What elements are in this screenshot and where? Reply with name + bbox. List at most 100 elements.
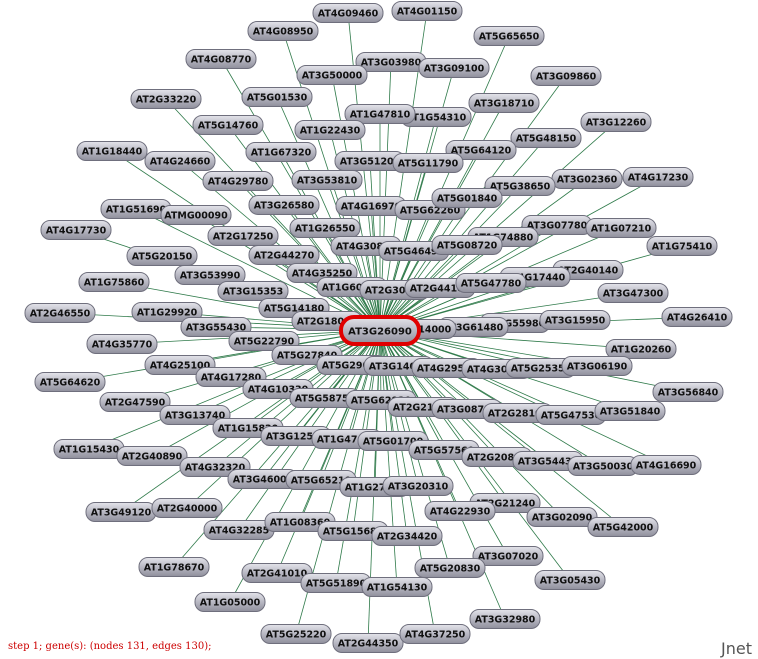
gene-node[interactable]: AT4G37250 xyxy=(399,624,471,644)
gene-node[interactable]: AT2G33220 xyxy=(130,89,202,109)
gene-node-label: AT5G01530 xyxy=(247,93,308,104)
gene-node[interactable]: AT3G09100 xyxy=(418,58,490,78)
gene-node-label: AT1G07210 xyxy=(591,224,652,235)
gene-node-label: AT1G22430 xyxy=(300,126,361,137)
hub-node[interactable]: AT3G26090 xyxy=(339,315,421,346)
status-line: step 1; gene(s): (nodes 131, edges 130); xyxy=(8,641,212,652)
gene-node[interactable]: AT4G01150 xyxy=(391,1,463,21)
gene-node-label: AT2G46550 xyxy=(30,309,91,320)
gene-node[interactable]: AT4G09460 xyxy=(312,3,384,23)
gene-node[interactable]: AT5G51890 xyxy=(300,573,372,593)
gene-node[interactable]: AT3G50000 xyxy=(296,65,368,85)
gene-node[interactable]: AT1G22430 xyxy=(294,120,366,140)
gene-node[interactable]: AT3G15353 xyxy=(217,281,289,301)
gene-node[interactable]: AT3G49120 xyxy=(85,502,157,522)
gene-node[interactable]: AT2G44350 xyxy=(332,633,404,653)
gene-node-label: AT5G14760 xyxy=(198,121,259,132)
gene-node[interactable]: AT4G08950 xyxy=(247,21,319,41)
gene-node[interactable]: AT5G64620 xyxy=(34,372,106,392)
gene-node-label: AT2G41010 xyxy=(247,569,308,580)
gene-node-label: AT5G64620 xyxy=(40,378,101,389)
gene-node[interactable]: AT5G08720 xyxy=(431,235,503,255)
gene-node-label: AT3G06190 xyxy=(567,362,628,373)
gene-node[interactable]: AT1G18440 xyxy=(76,141,148,161)
gene-node-label: AT5G48150 xyxy=(516,134,577,145)
gene-node-label: AT1G78670 xyxy=(144,563,205,574)
gene-node[interactable]: AT5G25220 xyxy=(260,624,332,644)
gene-node[interactable]: AT3G03980 xyxy=(355,52,427,72)
gene-node[interactable]: AT5G01530 xyxy=(241,87,313,107)
gene-node[interactable]: AT3G12260 xyxy=(580,112,652,132)
gene-node-label: AT4G01150 xyxy=(397,7,458,18)
gene-node[interactable]: AT1G78670 xyxy=(138,557,210,577)
gene-node[interactable]: AT4G32285 xyxy=(203,520,275,540)
gene-node[interactable]: AT4G35770 xyxy=(86,334,158,354)
gene-node[interactable]: AT3G20310 xyxy=(382,476,454,496)
gene-node[interactable]: AT5G11790 xyxy=(392,153,464,173)
gene-node[interactable]: AT3G15950 xyxy=(539,310,611,330)
gene-node-label: AT4G24660 xyxy=(150,157,211,168)
gene-node[interactable]: AT2G40890 xyxy=(116,446,188,466)
gene-node[interactable]: AT2G44270 xyxy=(248,245,320,265)
gene-node[interactable]: AT5G01840 xyxy=(431,188,503,208)
gene-node-label: ATMG00090 xyxy=(164,211,228,222)
gene-node-label: AT4G22930 xyxy=(430,507,491,518)
gene-node[interactable]: AT1G05000 xyxy=(194,592,266,612)
gene-node[interactable]: AT1G26550 xyxy=(289,218,361,238)
gene-node[interactable]: AT4G24660 xyxy=(144,151,216,171)
gene-node[interactable]: AT1G15430 xyxy=(53,439,125,459)
gene-node[interactable]: AT4G16690 xyxy=(630,455,702,475)
gene-node[interactable]: AT3G51840 xyxy=(594,401,666,421)
gene-node-label: AT2G34420 xyxy=(377,532,438,543)
gene-node[interactable]: AT1G51690 xyxy=(100,199,172,219)
gene-node[interactable]: AT2G46550 xyxy=(24,303,96,323)
gene-node[interactable]: AT1G67320 xyxy=(245,142,317,162)
gene-node[interactable]: AT3G26580 xyxy=(248,195,320,215)
gene-node-label: AT5G42000 xyxy=(593,523,654,534)
gene-node-label: AT3G47300 xyxy=(603,289,664,300)
hub-node-label: AT3G26090 xyxy=(348,327,412,338)
gene-node[interactable]: AT2G34420 xyxy=(371,526,443,546)
gene-node-label: AT3G50030 xyxy=(573,462,634,473)
gene-node[interactable]: AT3G02360 xyxy=(551,169,623,189)
gene-node[interactable]: AT3G06190 xyxy=(561,356,633,376)
gene-node[interactable]: AT1G07210 xyxy=(585,218,657,238)
gene-node[interactable]: AT5G42000 xyxy=(587,517,659,537)
gene-node[interactable]: AT5G20150 xyxy=(126,246,198,266)
gene-node[interactable]: AT3G18710 xyxy=(468,93,540,113)
gene-node[interactable]: AT4G22930 xyxy=(424,501,496,521)
gene-node[interactable]: AT5G14760 xyxy=(192,115,264,135)
gene-node[interactable]: AT4G29780 xyxy=(202,171,274,191)
gene-node[interactable]: AT5G20830 xyxy=(414,558,486,578)
gene-node[interactable]: AT3G53810 xyxy=(291,170,363,190)
gene-node[interactable]: AT1G75860 xyxy=(78,272,150,292)
gene-node[interactable]: AT5G48150 xyxy=(510,128,582,148)
gene-node[interactable]: AT1G54130 xyxy=(361,577,433,597)
gene-node[interactable]: AT2G17250 xyxy=(207,226,279,246)
gene-node[interactable]: AT5G65650 xyxy=(473,26,545,46)
gene-node[interactable]: AT4G26410 xyxy=(661,307,733,327)
gene-node[interactable]: ATMG00090 xyxy=(160,205,232,225)
gene-node[interactable]: AT3G56840 xyxy=(652,382,724,402)
gene-node[interactable]: AT3G47300 xyxy=(597,283,669,303)
gene-node-label: AT1G29920 xyxy=(137,308,198,319)
gene-node[interactable]: AT2G40000 xyxy=(151,498,223,518)
gene-node[interactable]: AT3G05430 xyxy=(534,570,606,590)
gene-node[interactable]: AT3G50030 xyxy=(567,456,639,476)
gene-node-label: AT3G20310 xyxy=(388,482,449,493)
gene-node[interactable]: AT5G47780 xyxy=(455,273,527,293)
gene-node[interactable]: AT1G20260 xyxy=(605,339,677,359)
gene-node[interactable]: AT1G75410 xyxy=(646,236,718,256)
gene-node-label: AT5G64120 xyxy=(451,146,512,157)
gene-node-label: AT4G08950 xyxy=(253,27,314,38)
gene-node[interactable]: AT3G09860 xyxy=(530,66,602,86)
gene-node-label: AT5G47530 xyxy=(541,411,602,422)
gene-node[interactable]: AT2G47590 xyxy=(99,392,171,412)
gene-node[interactable]: AT4G17730 xyxy=(40,220,112,240)
gene-node-label: AT3G07020 xyxy=(478,552,539,563)
gene-node[interactable]: AT3G32980 xyxy=(469,609,541,629)
gene-node[interactable]: AT4G17230 xyxy=(622,167,694,187)
gene-node[interactable]: AT3G02090 xyxy=(526,507,598,527)
gene-node-label: AT4G17730 xyxy=(46,226,107,237)
gene-node[interactable]: AT4G08770 xyxy=(185,49,257,69)
